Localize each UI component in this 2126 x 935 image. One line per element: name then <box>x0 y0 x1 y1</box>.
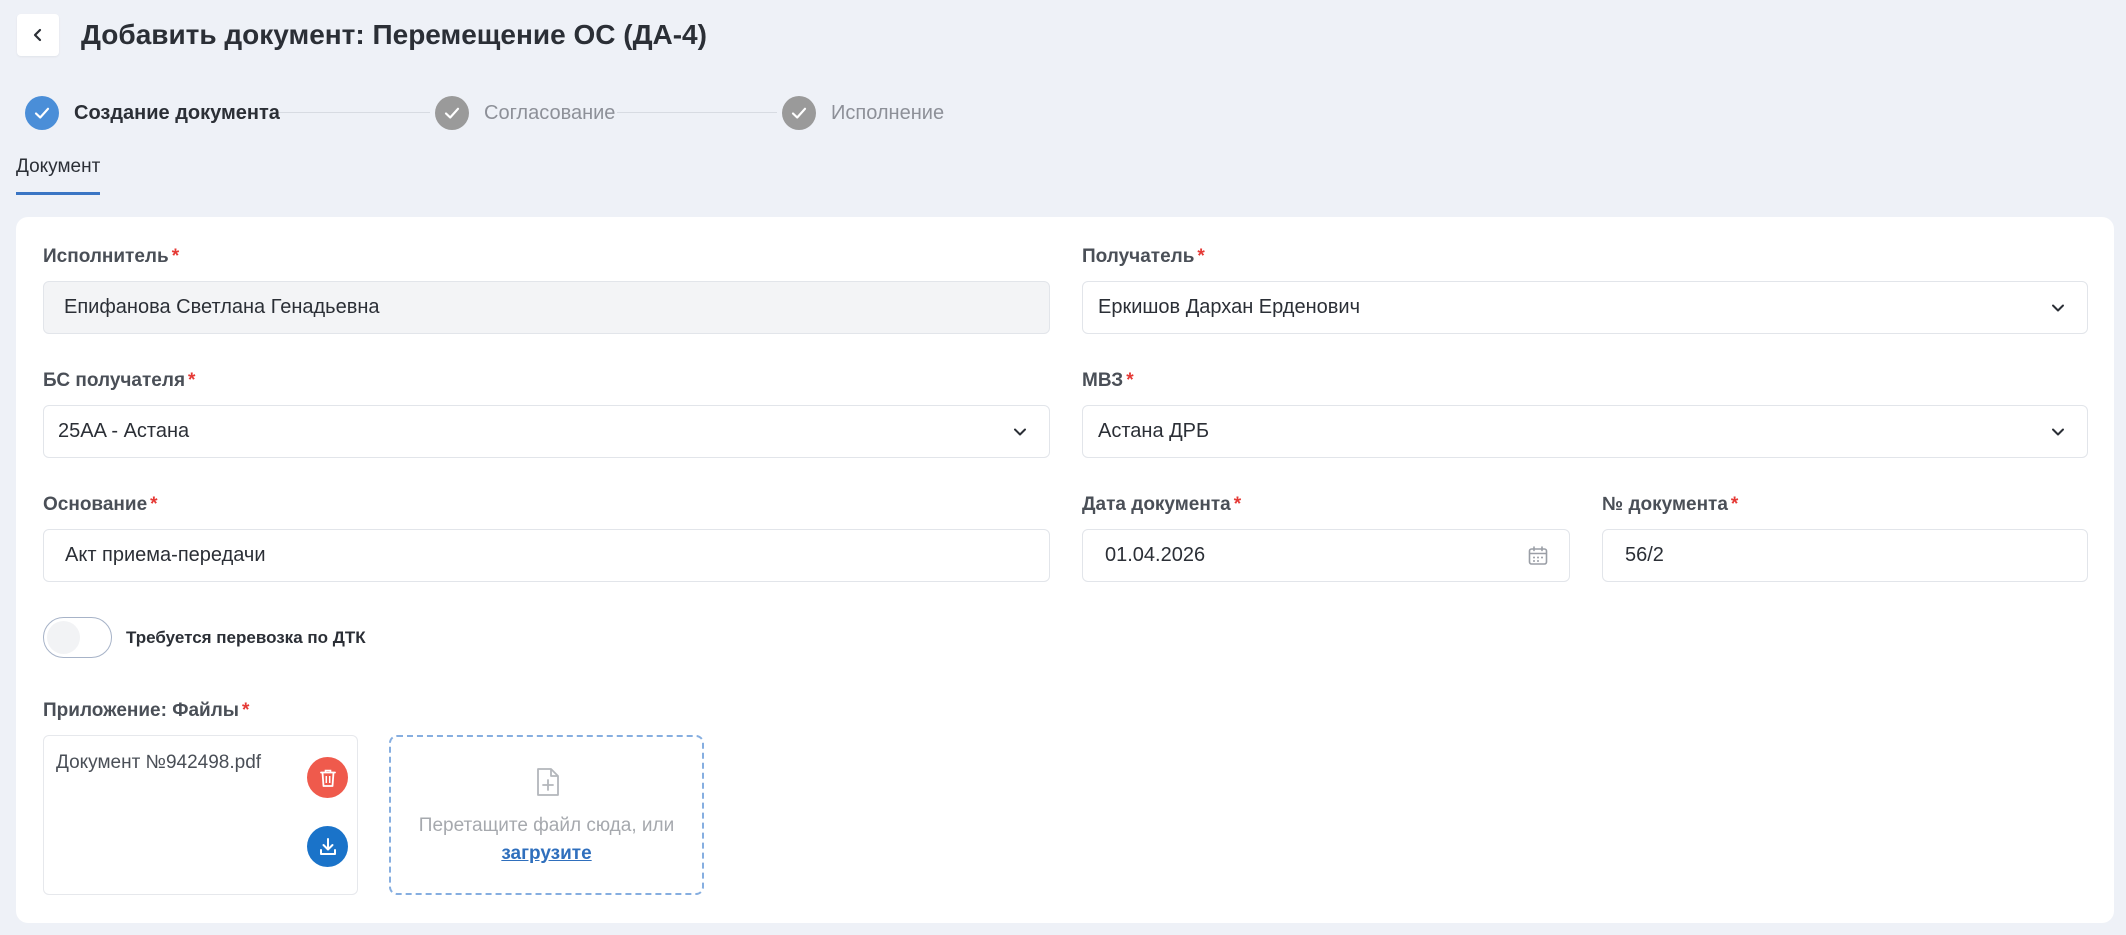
mvz-select[interactable]: Астана ДРБ <box>1082 405 2088 458</box>
recipient-bs-value: 25AA - Астана <box>58 420 190 442</box>
executor-value: Епифанова Светлана Генадьевна <box>64 296 380 318</box>
recipient-label: Получатель * <box>1082 246 1205 267</box>
download-file-button[interactable] <box>307 826 348 867</box>
step-approval: Согласование <box>435 96 615 130</box>
back-button[interactable] <box>17 14 59 56</box>
file-name: Документ №942498.pdf <box>56 752 262 773</box>
required-mark: * <box>1730 494 1739 515</box>
chevron-left-icon <box>33 28 42 42</box>
step-label: Согласование <box>484 101 616 124</box>
required-mark: * <box>1197 246 1205 267</box>
required-mark: * <box>1126 370 1134 391</box>
basis-label: Основание * <box>43 494 158 515</box>
upload-link[interactable]: загрузите <box>391 843 702 865</box>
mvz-value: Астана ДРБ <box>1098 420 1210 442</box>
attachments-label: Приложение: Файлы * <box>43 700 250 721</box>
executor-field: Епифанова Светлана Генадьевна <box>43 281 1050 334</box>
basis-input[interactable]: Акт приема-передачи <box>43 529 1050 582</box>
step-create-document: Создание документа <box>25 96 280 130</box>
required-mark: * <box>1233 494 1242 515</box>
chevron-down-icon <box>2052 304 2064 312</box>
calendar-icon[interactable] <box>1527 545 1549 567</box>
step-label: Создание документа <box>74 101 280 124</box>
required-mark: * <box>188 370 196 391</box>
required-mark: * <box>171 246 180 267</box>
recipient-bs-select[interactable]: 25AA - Астана <box>43 405 1050 458</box>
check-icon <box>435 96 469 130</box>
download-icon <box>319 837 336 855</box>
tab-document[interactable]: Документ <box>16 156 101 195</box>
chevron-down-icon <box>1014 428 1026 436</box>
check-icon <box>782 96 816 130</box>
mvz-label: МВЗ * <box>1082 370 1134 391</box>
step-execution: Исполнение <box>782 96 944 130</box>
transport-toggle[interactable] <box>43 617 112 658</box>
doc-date-value: 01.04.2026 <box>1105 544 1206 566</box>
step-label: Исполнение <box>831 101 945 124</box>
recipient-select[interactable]: Еркишов Дархан Ерденович <box>1082 281 2088 334</box>
toggle-knob <box>47 621 80 654</box>
dropzone-text: Перетащите файл сюда, или <box>418 815 675 836</box>
stepper: Создание документа Согласование Исполнен… <box>25 96 945 130</box>
delete-file-button[interactable] <box>307 757 348 798</box>
required-mark: * <box>242 700 250 721</box>
step-connector <box>617 112 777 113</box>
doc-number-input[interactable]: 56/2 <box>1602 529 2088 582</box>
recipient-bs-label: БС получателя * <box>43 370 196 391</box>
file-dropzone[interactable]: Перетащите файл сюда, или загрузите <box>389 735 704 895</box>
doc-date-label: Дата документа * <box>1082 494 1242 515</box>
file-add-icon <box>537 768 559 796</box>
executor-label: Исполнитель * <box>43 246 180 267</box>
basis-value: Акт приема-передачи <box>65 544 266 566</box>
step-connector <box>270 112 430 113</box>
doc-date-input[interactable]: 01.04.2026 <box>1082 529 1570 582</box>
transport-toggle-label: Требуется перевозка по ДТК <box>126 628 366 647</box>
check-icon <box>25 96 59 130</box>
page-title: Добавить документ: Перемещение ОС (ДА-4) <box>81 19 707 50</box>
chevron-down-icon <box>2052 428 2064 436</box>
recipient-value: Еркишов Дархан Ерденович <box>1098 296 1360 318</box>
doc-number-label: № документа * <box>1602 494 1739 515</box>
doc-number-value: 56/2 <box>1625 544 1664 566</box>
required-mark: * <box>150 494 158 515</box>
document-form-card: Исполнитель * Епифанова Светлана Генадьев… <box>16 217 2114 923</box>
attached-file: Документ №942498.pdf <box>43 735 358 895</box>
trash-icon <box>319 769 336 787</box>
